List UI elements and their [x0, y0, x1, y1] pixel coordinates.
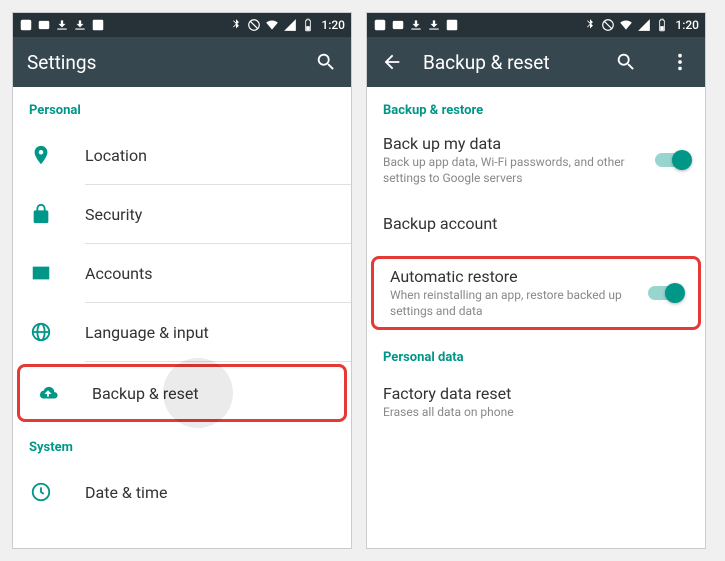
no-sim-icon: [247, 18, 261, 32]
status-time: 1:20: [675, 18, 699, 32]
download-icon: [55, 18, 69, 32]
location-icon: [29, 143, 53, 167]
row-title: Back up my data: [383, 134, 647, 153]
row-subtitle: When reinstalling an app, restore backed…: [390, 288, 640, 319]
backup-list: Backup & restore Back up my data Back up…: [367, 87, 705, 548]
overflow-icon[interactable]: [669, 51, 691, 73]
app-bar: Backup & reset: [367, 37, 705, 87]
no-sim-icon: [601, 18, 615, 32]
battery-icon: [655, 18, 669, 32]
divider: [85, 361, 351, 362]
notif-icon: [37, 18, 51, 32]
row-subtitle: Erases all data on phone: [383, 405, 689, 421]
section-system: System: [13, 424, 351, 463]
cloud-upload-icon: [36, 381, 60, 405]
translate-icon: [91, 18, 105, 32]
bluetooth-icon: [583, 18, 597, 32]
search-icon[interactable]: [615, 51, 637, 73]
search-icon[interactable]: [315, 51, 337, 73]
screenshot-backup-reset: 1:20 Backup & reset Backup & restore Bac…: [366, 12, 706, 549]
settings-list: Personal Location Security Accounts Lang…: [13, 87, 351, 548]
page-title: Settings: [27, 51, 295, 74]
translate-icon: [445, 18, 459, 32]
row-label: Location: [85, 146, 335, 165]
signal-icon: [637, 18, 651, 32]
row-label: Backup & reset: [92, 384, 328, 403]
section-personal-data: Personal data: [367, 334, 705, 373]
download-icon: [427, 18, 441, 32]
screenshot-settings: 1:20 Settings Personal Location Security…: [12, 12, 352, 549]
bluetooth-icon: [229, 18, 243, 32]
app-bar: Settings: [13, 37, 351, 87]
signal-icon: [283, 18, 297, 32]
row-datetime[interactable]: Date & time: [13, 463, 351, 521]
row-language[interactable]: Language & input: [13, 303, 351, 361]
row-automatic-restore[interactable]: Automatic restore When reinstalling an a…: [371, 256, 701, 330]
notif-icon: [391, 18, 405, 32]
section-backup-restore: Backup & restore: [367, 87, 705, 126]
toggle-backup-data[interactable]: [655, 153, 689, 167]
row-label: Language & input: [85, 323, 335, 342]
row-backup-reset[interactable]: Backup & reset: [17, 364, 347, 422]
notif-icon: [373, 18, 387, 32]
status-time: 1:20: [321, 18, 345, 32]
row-title: Backup account: [383, 214, 689, 233]
status-bar: 1:20: [13, 13, 351, 37]
page-title: Backup & reset: [423, 51, 595, 74]
row-location[interactable]: Location: [13, 126, 351, 184]
globe-icon: [29, 320, 53, 344]
toggle-auto-restore[interactable]: [648, 286, 682, 300]
row-subtitle: Back up app data, Wi-Fi passwords, and o…: [383, 155, 647, 186]
download-icon: [409, 18, 423, 32]
row-backup-account[interactable]: Backup account: [367, 194, 705, 252]
row-label: Security: [85, 205, 335, 224]
row-label: Date & time: [85, 483, 335, 502]
row-label: Accounts: [85, 264, 335, 283]
download-icon: [73, 18, 87, 32]
account-icon: [29, 261, 53, 285]
row-security[interactable]: Security: [13, 185, 351, 243]
row-title: Automatic restore: [390, 267, 640, 286]
wifi-icon: [265, 18, 279, 32]
back-icon[interactable]: [381, 51, 403, 73]
lock-icon: [29, 202, 53, 226]
row-accounts[interactable]: Accounts: [13, 244, 351, 302]
row-backup-my-data[interactable]: Back up my data Back up app data, Wi-Fi …: [367, 126, 705, 194]
wifi-icon: [619, 18, 633, 32]
status-bar: 1:20: [367, 13, 705, 37]
notif-icon: [19, 18, 33, 32]
section-personal: Personal: [13, 87, 351, 126]
row-factory-reset[interactable]: Factory data reset Erases all data on ph…: [367, 373, 705, 431]
row-title: Factory data reset: [383, 384, 689, 403]
clock-icon: [29, 480, 53, 504]
battery-icon: [301, 18, 315, 32]
